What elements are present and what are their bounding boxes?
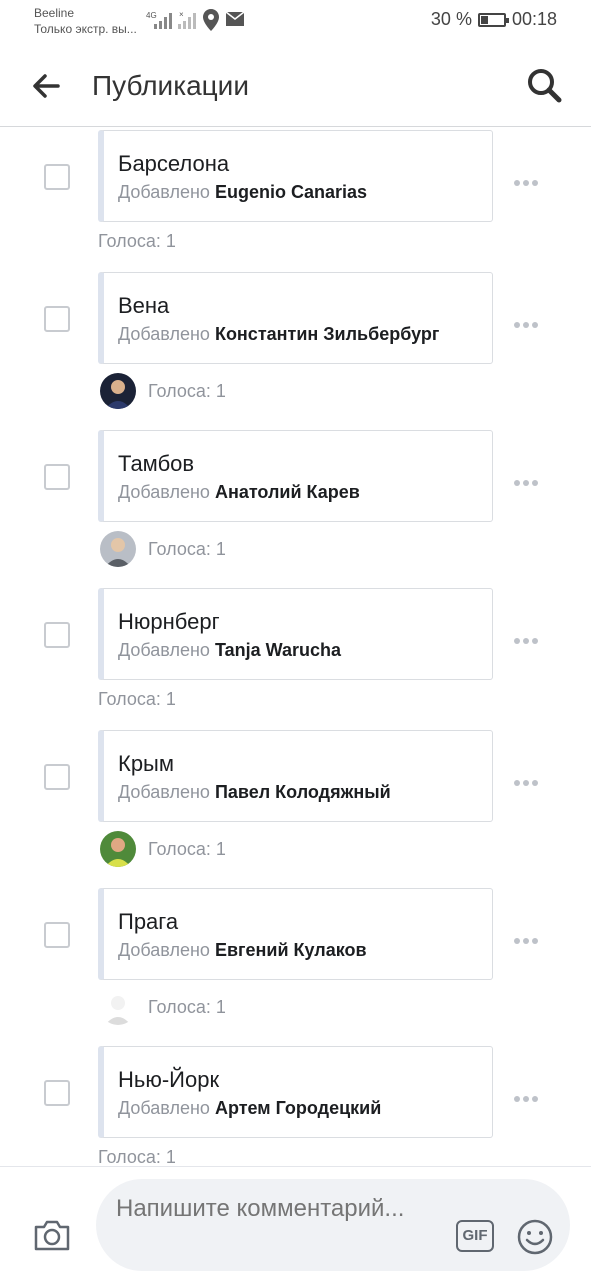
author-name[interactable]: Павел Колодяжный <box>215 782 391 802</box>
publication-card[interactable]: Прага Добавлено Евгений Кулаков <box>98 888 493 980</box>
select-checkbox[interactable] <box>44 164 70 190</box>
author-name[interactable]: Eugenio Canarias <box>215 182 367 202</box>
app-header: Публикации <box>0 44 591 127</box>
votes-count: Голоса: 1 <box>98 1147 176 1167</box>
battery-icon <box>477 12 509 27</box>
added-by: Добавлено Eugenio Canarias <box>118 181 367 203</box>
more-options-icon[interactable] <box>514 173 544 186</box>
publication-title: Барселона <box>118 151 230 176</box>
votes-count: Голоса: 1 <box>148 997 226 1017</box>
votes-count: Голоса: 1 <box>148 381 226 401</box>
status-bar: Beeline Только экстр. вы... 4G × 30 % 00… <box>0 0 591 44</box>
added-by: Добавлено Евгений Кулаков <box>118 939 367 961</box>
added-by: Добавлено Tanja Warucha <box>118 639 341 661</box>
location-icon <box>203 9 219 31</box>
added-label: Добавлено <box>118 782 210 802</box>
comment-input[interactable] <box>116 1193 436 1257</box>
mail-icon <box>226 12 244 26</box>
votes-count: Голоса: 1 <box>98 231 176 251</box>
publication-card[interactable]: Нью-Йорк Добавлено Артем Городецкий <box>98 1046 493 1138</box>
more-options-icon[interactable] <box>514 473 544 486</box>
publication-item: Тамбов Добавлено Анатолий Карев Голоса: 1 <box>0 430 591 588</box>
added-by: Добавлено Павел Колодяжный <box>118 781 391 803</box>
author-name[interactable]: Евгений Кулаков <box>215 940 367 960</box>
gif-button[interactable]: GIF <box>456 1220 494 1252</box>
publication-title: Нью-Йорк <box>118 1067 220 1092</box>
clock: 00:18 <box>511 9 557 29</box>
author-name[interactable]: Артем Городецкий <box>215 1098 381 1118</box>
select-checkbox[interactable] <box>44 1080 70 1106</box>
publication-item: Крым Добавлено Павел Колодяжный Голоса: 1 <box>0 730 591 888</box>
votes-count: Голоса: 1 <box>148 539 226 559</box>
publication-title: Крым <box>118 751 174 776</box>
select-checkbox[interactable] <box>44 306 70 332</box>
added-label: Добавлено <box>118 182 210 202</box>
author-name[interactable]: Tanja Warucha <box>215 640 341 660</box>
publication-item: Вена Добавлено Константин Зильбербург Голо… <box>0 272 591 430</box>
added-by: Добавлено Артем Городецкий <box>118 1097 381 1119</box>
publication-item: Прага Добавлено Евгений Кулаков Голоса: 1 <box>0 888 591 1046</box>
more-options-icon[interactable] <box>514 1089 544 1102</box>
publication-title: Вена <box>118 293 170 318</box>
signal-icon: 4G <box>146 11 172 29</box>
avatar[interactable] <box>100 989 136 1025</box>
status-right: 30 % 00:18 <box>431 9 557 30</box>
avatar[interactable] <box>100 831 136 867</box>
publication-title: Тамбов <box>118 451 195 476</box>
added-by: Добавлено Константин Зильбербург <box>118 323 439 345</box>
more-options-icon[interactable] <box>514 315 544 328</box>
page-title: Публикации <box>92 70 249 101</box>
publication-card[interactable]: Барселона Добавлено Eugenio Canarias <box>98 130 493 222</box>
svg-text:×: × <box>179 10 184 19</box>
comment-composer: GIF <box>0 1166 591 1281</box>
carrier-name: Beeline <box>34 6 75 20</box>
more-options-icon[interactable] <box>514 773 544 786</box>
more-options-icon[interactable] <box>514 931 544 944</box>
author-name[interactable]: Константин Зильбербург <box>215 324 439 344</box>
added-label: Добавлено <box>118 482 210 502</box>
select-checkbox[interactable] <box>44 464 70 490</box>
network-type: 4G <box>146 11 157 20</box>
added-label: Добавлено <box>118 940 210 960</box>
arrow-left-icon[interactable] <box>28 68 64 104</box>
emoji-icon[interactable] <box>516 1218 554 1256</box>
publication-card[interactable]: Тамбов Добавлено Анатолий Карев <box>98 430 493 522</box>
search-icon[interactable] <box>525 66 563 104</box>
publication-item: Барселона Добавлено Eugenio Canarias Голос… <box>0 130 591 272</box>
select-checkbox[interactable] <box>44 622 70 648</box>
camera-icon[interactable] <box>32 1217 72 1253</box>
select-checkbox[interactable] <box>44 764 70 790</box>
votes-count: Голоса: 1 <box>148 839 226 859</box>
signal-2-icon: × <box>178 10 196 29</box>
carrier-note: Только экстр. вы... <box>34 22 137 36</box>
publication-card[interactable]: Вена Добавлено Константин Зильбербург <box>98 272 493 364</box>
added-by: Добавлено Анатолий Карев <box>118 481 360 503</box>
publication-title: Нюрнберг <box>118 609 220 634</box>
more-options-icon[interactable] <box>514 631 544 644</box>
votes-count: Голоса: 1 <box>98 689 176 709</box>
author-name[interactable]: Анатолий Карев <box>215 482 360 502</box>
added-label: Добавлено <box>118 324 210 344</box>
comment-box: GIF <box>96 1179 570 1271</box>
select-checkbox[interactable] <box>44 922 70 948</box>
carrier-info: Beeline Только экстр. вы... <box>34 5 137 37</box>
avatar[interactable] <box>100 373 136 409</box>
publication-title: Прага <box>118 909 179 934</box>
publication-card[interactable]: Нюрнберг Добавлено Tanja Warucha <box>98 588 493 680</box>
publication-card[interactable]: Крым Добавлено Павел Колодяжный <box>98 730 493 822</box>
added-label: Добавлено <box>118 1098 210 1118</box>
avatar[interactable] <box>100 531 136 567</box>
added-label: Добавлено <box>118 640 210 660</box>
battery-percent: 30 % <box>430 9 472 29</box>
publication-item: Нюрнберг Добавлено Tanja Warucha Голоса: 1 <box>0 588 591 730</box>
